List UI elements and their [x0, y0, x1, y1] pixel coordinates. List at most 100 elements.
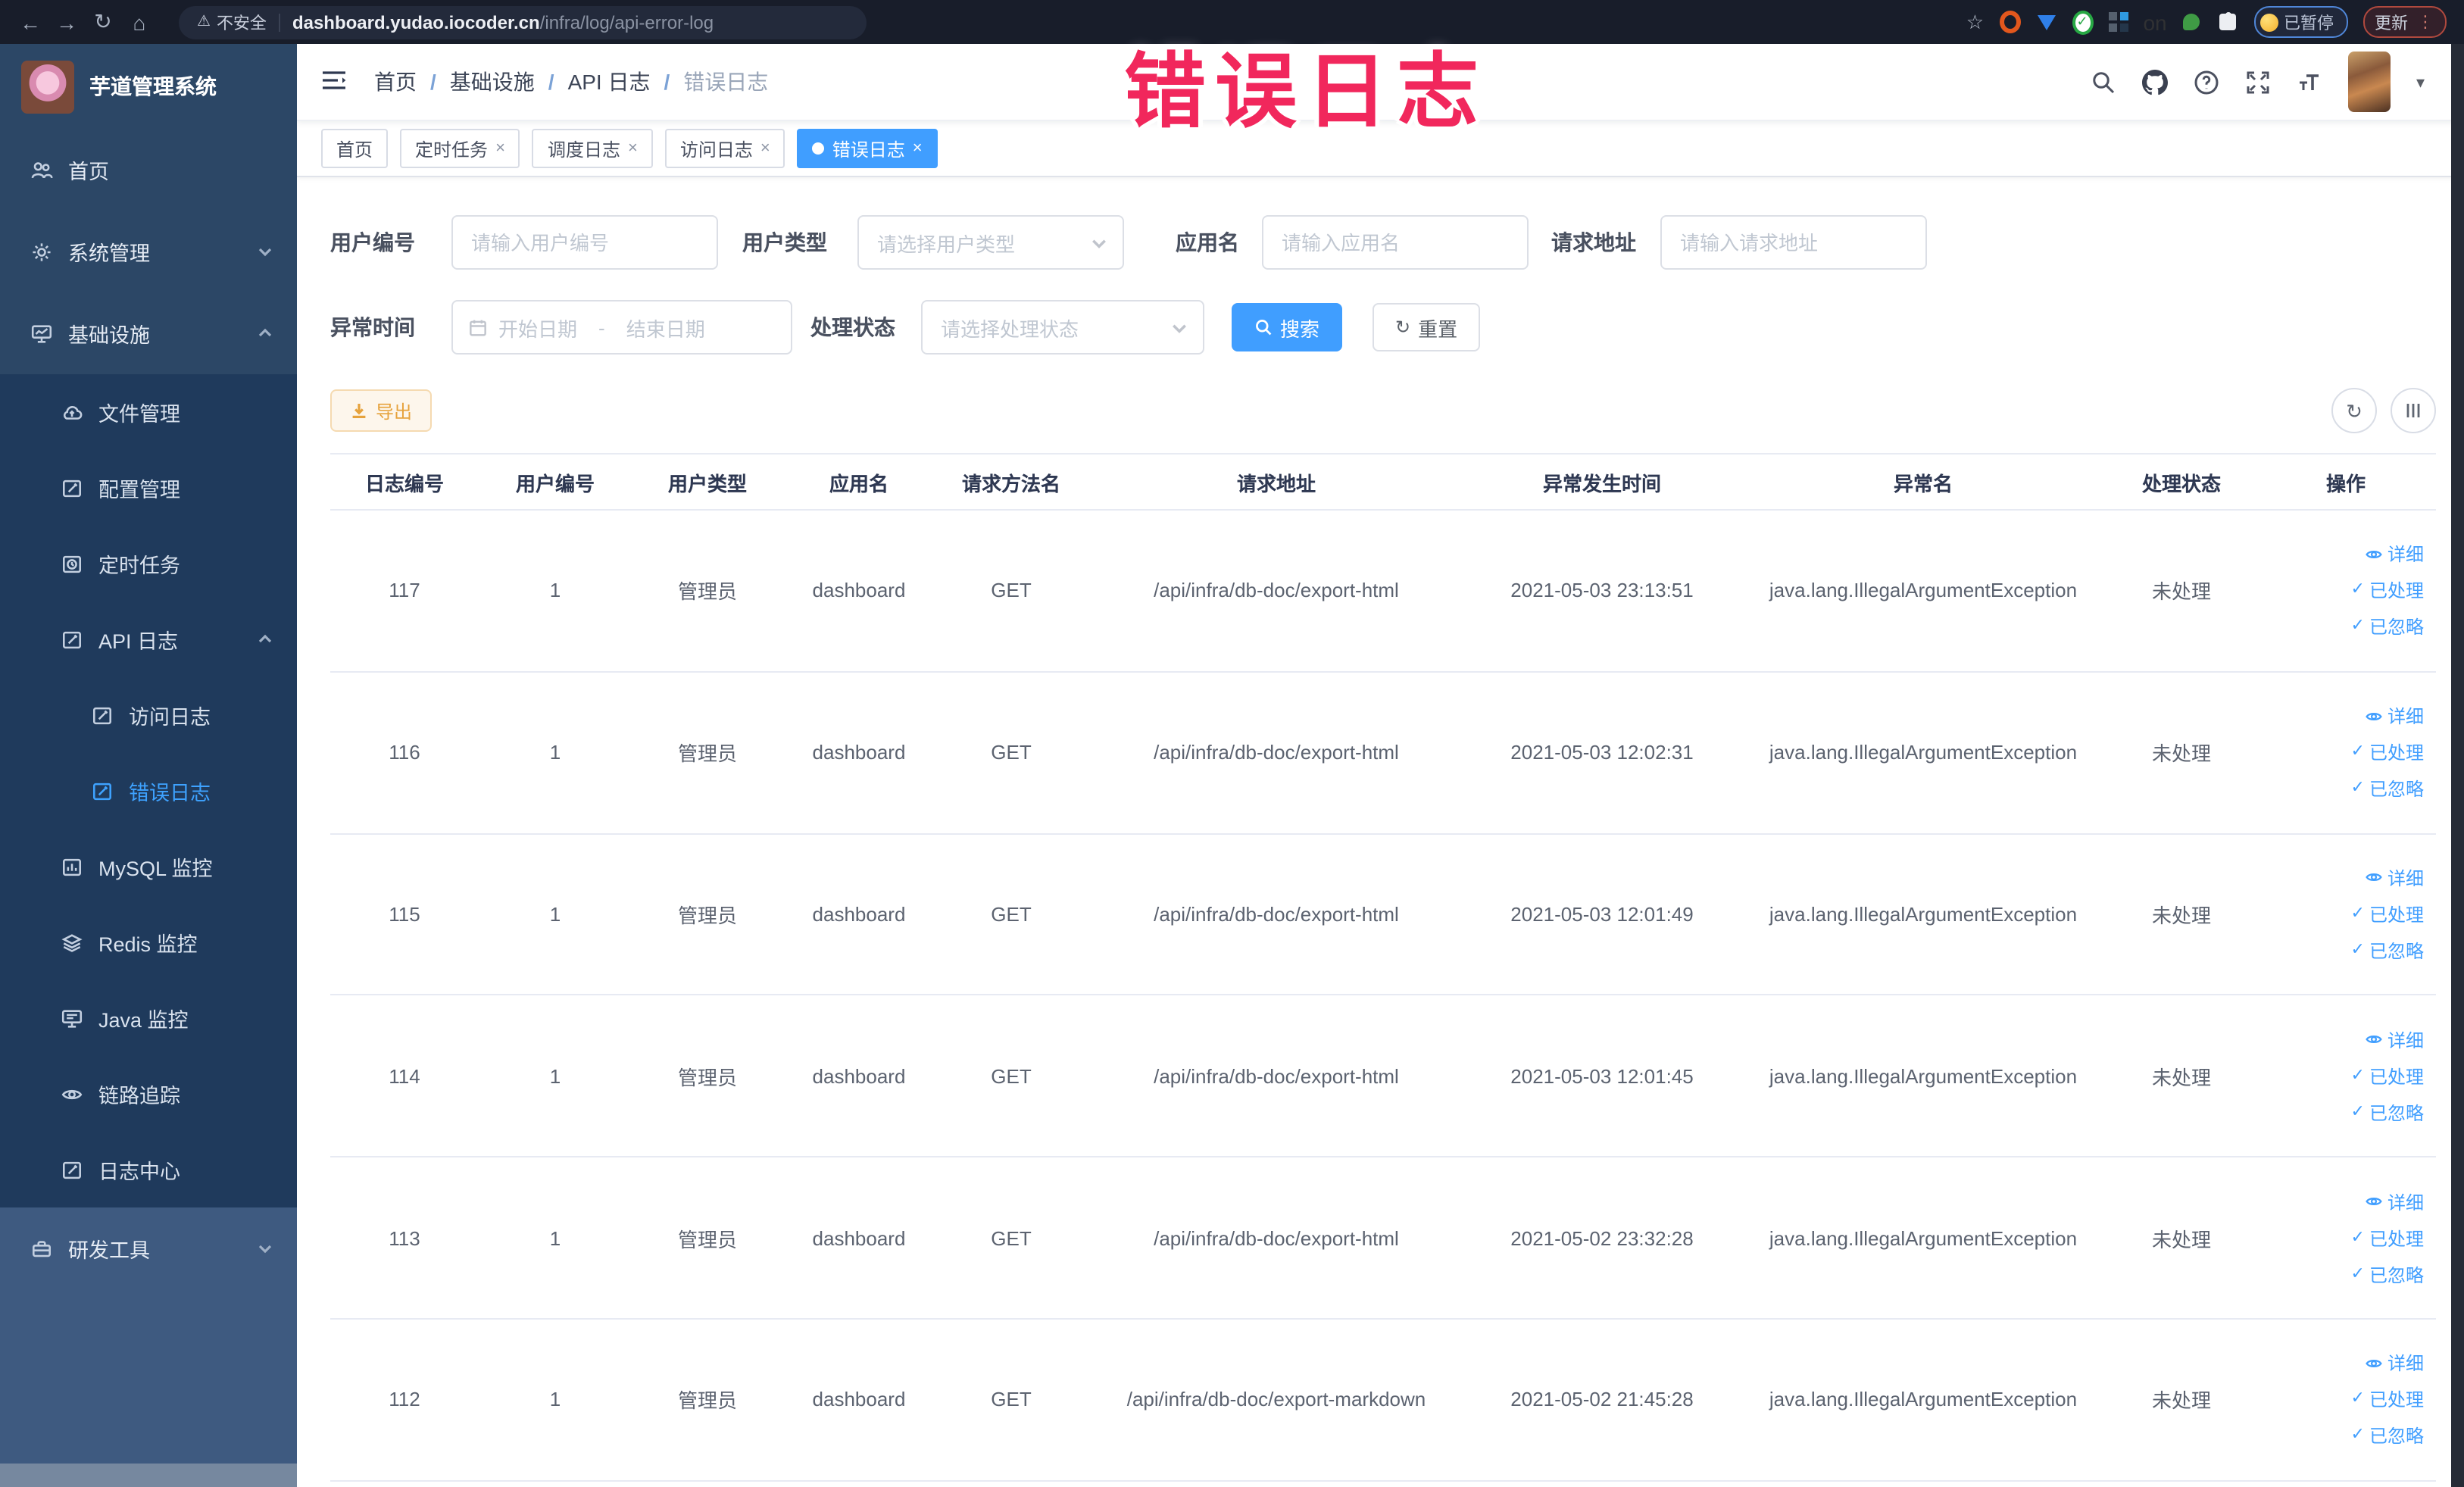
sidebar-item-dev-tools[interactable]: 研发工具	[0, 1207, 297, 1289]
sidebar-item-access-log[interactable]: 访问日志	[0, 677, 297, 753]
sidebar-item-scheduled-jobs[interactable]: 定时任务	[0, 526, 297, 601]
cell-request-url: /api/infra/db-doc/export-html	[1154, 1226, 1399, 1250]
reset-button[interactable]: ↻ 重置	[1373, 303, 1481, 351]
browser-update-button[interactable]: 更新 ⋮	[2363, 6, 2446, 38]
breadcrumb-api-log[interactable]: API 日志	[568, 67, 684, 97]
close-icon[interactable]: ×	[495, 139, 505, 157]
sidebar-item-log-center[interactable]: 日志中心	[0, 1132, 297, 1207]
cell-user-type: 管理员	[677, 904, 737, 927]
fullscreen-icon[interactable]	[2245, 69, 2271, 95]
tag-access-log[interactable]: 访问日志 ×	[664, 129, 785, 168]
user-menu-caret-icon[interactable]: ▾	[2416, 72, 2425, 92]
user-id-input[interactable]	[451, 215, 718, 270]
mark-processed-link[interactable]: ✓ 已处理	[2351, 1225, 2424, 1251]
mark-ignored-link[interactable]: ✓ 已忽略	[2351, 1261, 2424, 1287]
profile-paused-badge[interactable]: 已暂停	[2253, 6, 2347, 38]
detail-link[interactable]: 详细	[2365, 703, 2424, 729]
mark-processed-link[interactable]: ✓ 已处理	[2351, 1387, 2424, 1413]
mark-ignored-link[interactable]: ✓ 已忽略	[2351, 776, 2424, 801]
layers-icon	[61, 933, 83, 951]
mark-ignored-link[interactable]: ✓ 已忽略	[2351, 938, 2424, 964]
mark-ignored-link[interactable]: ✓ 已忽略	[2351, 614, 2424, 640]
tag-error-log[interactable]: 错误日志 ×	[797, 129, 938, 168]
browser-menu-icon[interactable]: ⋮	[2417, 12, 2434, 32]
extensions-puzzle-icon[interactable]	[2217, 11, 2238, 33]
mark-processed-link[interactable]: ✓ 已处理	[2351, 901, 2424, 927]
tag-home[interactable]: 首页	[321, 129, 389, 168]
bar-chart-icon	[63, 858, 81, 876]
browser-home-icon[interactable]: ⌂	[121, 10, 158, 34]
cell-user-type: 管理员	[677, 1228, 737, 1251]
app-name-input[interactable]	[1262, 215, 1529, 270]
bookmark-star-icon[interactable]: ☆	[1966, 10, 1984, 34]
home-icon	[31, 161, 53, 178]
chevron-down-icon	[258, 1245, 272, 1254]
date-range-picker[interactable]: 开始日期 - 结束日期	[451, 300, 792, 355]
hamburger-icon[interactable]	[321, 69, 347, 95]
sidebar-item-mysql-monitor[interactable]: MySQL 监控	[0, 829, 297, 904]
detail-link[interactable]: 详细	[2365, 1351, 2424, 1376]
mark-ignored-link[interactable]: ✓ 已忽略	[2351, 1423, 2424, 1449]
breadcrumb-home[interactable]: 首页	[374, 67, 450, 97]
detail-link[interactable]: 详细	[2365, 865, 2424, 891]
sidebar-item-config-mgmt[interactable]: 配置管理	[0, 450, 297, 526]
extension-grid-icon[interactable]	[2108, 11, 2129, 33]
cell-actions: 详细 ✓ 已处理 ✓ 已忽略	[2256, 865, 2436, 964]
request-url-input[interactable]	[1660, 215, 1927, 270]
refresh-table-button[interactable]: ↻	[2331, 388, 2377, 433]
cell-status: 未处理	[2151, 1228, 2211, 1251]
search-icon[interactable]	[2091, 69, 2116, 95]
browser-back-icon[interactable]: ←	[12, 10, 48, 34]
user-avatar[interactable]	[2347, 52, 2391, 112]
mark-processed-link[interactable]: ✓ 已处理	[2351, 1064, 2424, 1089]
cell-log-id: 116	[389, 741, 420, 764]
edit-square-icon	[63, 1161, 81, 1179]
extension-leaf-icon[interactable]	[2181, 11, 2202, 33]
eye-icon	[2366, 712, 2382, 720]
extension-shield-icon[interactable]	[2035, 11, 2056, 33]
breadcrumb-infrastructure[interactable]: 基础设施	[450, 67, 568, 97]
mark-processed-link[interactable]: ✓ 已处理	[2351, 578, 2424, 604]
browser-forward-icon[interactable]: →	[48, 10, 85, 34]
extension-on-badge-icon[interactable]: on	[2143, 10, 2166, 34]
export-button[interactable]: 导出	[330, 389, 433, 432]
detail-link[interactable]: 详细	[2365, 542, 2424, 567]
sidebar-item-file-mgmt[interactable]: 文件管理	[0, 374, 297, 450]
close-icon[interactable]: ×	[913, 139, 923, 157]
tag-schedule-log[interactable]: 调度日志 ×	[532, 129, 653, 168]
sidebar-item-home[interactable]: 首页	[0, 129, 297, 211]
monitor-icon	[61, 1009, 83, 1027]
help-icon[interactable]	[2194, 69, 2219, 95]
close-icon[interactable]: ×	[628, 139, 638, 157]
font-size-icon[interactable]	[2297, 69, 2322, 95]
address-bar[interactable]: ⚠ 不安全 dashboard.yudao.iocoder.cn/infra/l…	[179, 5, 867, 39]
check-icon: ✓	[2350, 779, 2365, 798]
detail-link[interactable]: 详细	[2365, 1189, 2424, 1214]
extension-orange-icon[interactable]	[1999, 11, 2020, 33]
cell-time: 2021-05-03 23:13:51	[1510, 579, 1694, 602]
column-settings-button[interactable]	[2391, 388, 2436, 433]
mark-processed-link[interactable]: ✓ 已处理	[2351, 739, 2424, 765]
process-status-select[interactable]: 请选择处理状态	[921, 300, 1204, 355]
extension-check-icon[interactable]: ✓	[2072, 10, 2093, 34]
sidebar-item-java-monitor[interactable]: Java 监控	[0, 980, 297, 1056]
sidebar-item-redis-monitor[interactable]: Redis 监控	[0, 904, 297, 980]
cell-exception: java.lang.IllegalArgumentException	[1769, 1226, 2078, 1250]
sidebar-item-api-log[interactable]: API 日志	[0, 601, 297, 677]
detail-link[interactable]: 详细	[2365, 1027, 2424, 1053]
check-icon: ✓	[2350, 1066, 2365, 1085]
close-icon[interactable]: ×	[760, 139, 770, 157]
mark-ignored-link[interactable]: ✓ 已忽略	[2351, 1100, 2424, 1126]
tag-scheduled-jobs[interactable]: 定时任务 ×	[400, 129, 520, 168]
search-button[interactable]: 搜索	[1232, 303, 1343, 351]
sidebar-item-trace[interactable]: 链路追踪	[0, 1056, 297, 1132]
github-icon[interactable]	[2141, 69, 2168, 95]
browser-reload-icon[interactable]: ↻	[85, 9, 121, 35]
sidebar-item-system-mgmt[interactable]: 系统管理	[0, 211, 297, 292]
cell-method: GET	[991, 1064, 1032, 1088]
user-type-select[interactable]: 请选择用户类型	[857, 215, 1124, 270]
app-logo-row[interactable]: 芋道管理系统	[0, 44, 297, 129]
sidebar-item-infrastructure[interactable]: 基础设施	[0, 292, 297, 374]
window-scrollbar[interactable]	[2450, 44, 2464, 1487]
sidebar-item-error-log[interactable]: 错误日志	[0, 753, 297, 829]
